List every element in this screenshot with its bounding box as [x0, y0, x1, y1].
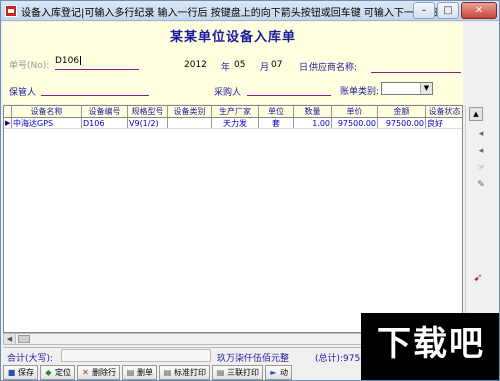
delete-icon: ✕ — [82, 368, 89, 377]
close-button[interactable]: ✕ — [461, 2, 497, 19]
keeper-underline — [41, 95, 149, 96]
buyer-label: 采购人 — [214, 88, 242, 98]
chevron-down-icon[interactable]: ▼ — [420, 83, 432, 94]
save-button[interactable]: ■ 保存 — [3, 365, 38, 380]
amount-in-words: 玖万柒仟伍佰元整 — [217, 354, 290, 364]
scroll-thumb[interactable] — [18, 335, 30, 343]
cell-spec[interactable]: V9(1/2) — [128, 118, 168, 128]
col-header[interactable]: 设备状态 — [426, 106, 462, 117]
col-header[interactable]: 设备编号 — [82, 106, 128, 117]
col-header[interactable]: 数量 — [294, 106, 332, 117]
next-icon: ► — [270, 368, 277, 377]
app-window: 设备入库登记|可输入多行纪录 输入一行后 按键盘上的向下箭头按钮或回车键 可输入… — [0, 0, 500, 381]
locate-icon: ◆ — [45, 368, 52, 377]
supplier-label: 供应商名称: — [309, 63, 358, 73]
form-header: 某某单位设备入库单 单号(No): D106 2012 年 05 月 07 日 … — [3, 22, 463, 104]
cell-quantity[interactable]: 1.00 — [294, 118, 332, 128]
total-label: 合计(大写): — [7, 354, 54, 364]
minimize-button[interactable]: – — [413, 2, 435, 19]
cell-status[interactable]: 良好 — [426, 118, 462, 128]
year-label: 年 — [221, 63, 231, 73]
maximize-button[interactable]: □ — [437, 2, 459, 19]
buyer-underline — [247, 95, 331, 96]
day-value[interactable]: 07 — [271, 60, 282, 70]
side-tool-icon[interactable]: ☞ — [475, 163, 487, 173]
total-panel-empty — [61, 349, 211, 362]
save-icon: ■ — [7, 368, 16, 377]
horizontal-scrollbar[interactable]: ◀ — [3, 333, 363, 345]
doc-no-input[interactable]: D106 — [55, 56, 82, 66]
cell-manufacturer[interactable]: 天力发 — [212, 118, 259, 128]
standard-print-button[interactable]: ▤ 标准打印 — [159, 365, 210, 380]
scroll-up-icon[interactable]: ▲ — [469, 107, 483, 121]
doc-no-label: 单号(No): — [9, 61, 50, 71]
year-value[interactable]: 2012 — [184, 60, 207, 70]
table-header: 设备名称 设备编号 规格型号 设备类别 生产厂家 单位 数量 单价 金额 设备状… — [4, 106, 462, 118]
cell-unit-price[interactable]: 97500.00 — [332, 118, 378, 128]
col-header[interactable]: 金额 — [378, 106, 426, 117]
cell-category[interactable] — [168, 118, 212, 128]
standard-print-icon: ▤ — [163, 368, 172, 377]
col-header[interactable]: 规格型号 — [128, 106, 168, 117]
side-tool-icon[interactable]: ◂ — [475, 129, 487, 139]
col-header[interactable]: 单位 — [259, 106, 294, 117]
doc-no-underline — [55, 69, 139, 70]
app-icon — [5, 5, 17, 17]
title-bar: 设备入库登记|可输入多行纪录 输入一行后 按键盘上的向下箭头按钮或回车键 可输入… — [1, 1, 499, 21]
col-header[interactable]: 设备名称 — [12, 106, 82, 117]
row-indicator-icon: ▶ — [4, 118, 12, 128]
side-toolbar — [465, 105, 499, 345]
cell-device-name[interactable]: 中海达GPS — [12, 118, 82, 128]
keeper-label: 保管人 — [9, 88, 37, 98]
triple-print-button[interactable]: ▤ 三联打印 — [212, 365, 263, 380]
cell-amount[interactable]: 97500.00 — [378, 118, 426, 128]
month-value[interactable]: 05 — [234, 60, 245, 70]
print-button[interactable]: ▤ 删单 — [122, 365, 157, 380]
side-tool-icon[interactable]: ✎ — [475, 180, 487, 190]
window-title: 设备入库登记|可输入多行纪录 输入一行后 按键盘上的向下箭头按钮或回车键 可输入… — [21, 8, 448, 19]
month-label: 月 — [260, 63, 270, 73]
text-cursor — [80, 56, 82, 65]
supplier-underline — [371, 72, 461, 73]
next-button[interactable]: ► 动 — [265, 365, 292, 380]
col-header[interactable]: 生产厂家 — [212, 106, 259, 117]
print-icon: ▤ — [126, 368, 135, 377]
side-tool-icon[interactable]: ◂ — [475, 146, 487, 156]
red-arrow-icon[interactable]: ➹ — [471, 271, 485, 285]
items-table: 设备名称 设备编号 规格型号 设备类别 生产厂家 单位 数量 单价 金额 设备状… — [3, 105, 463, 333]
col-header[interactable]: 单价 — [332, 106, 378, 117]
window-controls: – □ ✕ — [411, 2, 497, 19]
day-label: 日 — [299, 63, 309, 73]
header-indicator — [4, 106, 12, 117]
triple-print-icon: ▤ — [216, 368, 225, 377]
cell-device-no[interactable]: D106 — [82, 118, 128, 128]
category-select[interactable]: ▼ — [381, 82, 433, 95]
col-header[interactable]: 设备类别 — [168, 106, 212, 117]
delete-row-button[interactable]: ✕ 删除行 — [77, 365, 120, 380]
table-row[interactable]: ▶ 中海达GPS D106 V9(1/2) 天力发 套 1.00 97500.0… — [4, 118, 462, 129]
locate-button[interactable]: ◆ 定位 — [40, 365, 75, 380]
category-label: 账单类别: — [340, 87, 380, 97]
form-heading: 某某单位设备入库单 — [169, 30, 296, 45]
scroll-left-icon[interactable]: ◀ — [4, 334, 16, 344]
watermark-logo: 下载吧 — [361, 313, 499, 380]
cell-unit[interactable]: 套 — [259, 118, 294, 128]
